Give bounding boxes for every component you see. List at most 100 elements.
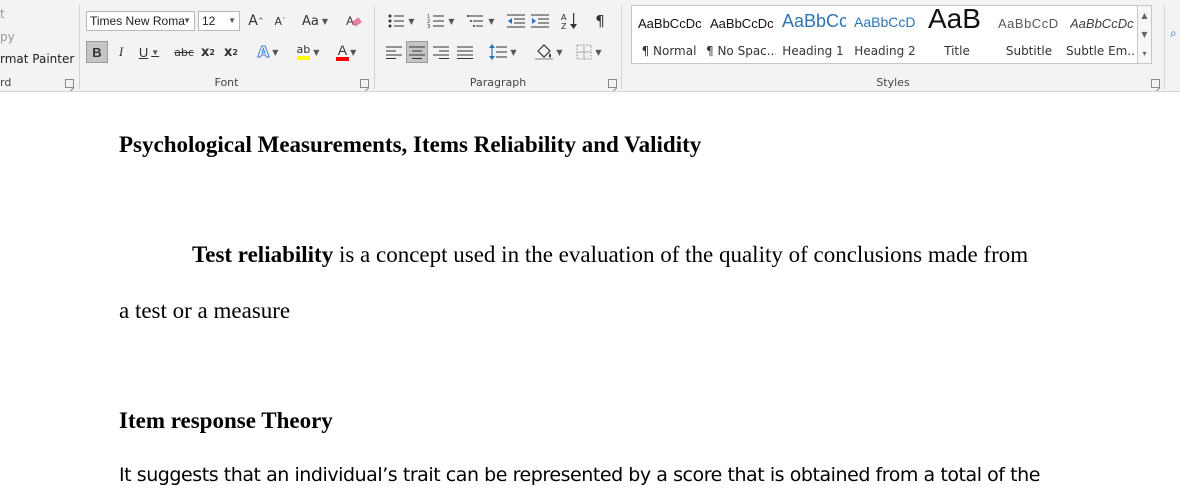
underline-button[interactable]: U ▼	[134, 41, 164, 63]
copy-button[interactable]: py	[0, 30, 15, 44]
font-family-combo[interactable]: Times New Roma ▼	[86, 11, 195, 31]
align-center-button[interactable]	[406, 41, 428, 63]
paragraph-item-response: It suggests that an individual’s trait c…	[119, 464, 1040, 486]
grow-font-button[interactable]: A ^	[246, 10, 266, 32]
text-effects-button[interactable]: A ▼	[252, 41, 284, 63]
show-marks-button[interactable]: ¶	[589, 10, 611, 32]
paragraph-launcher-icon[interactable]	[608, 79, 617, 88]
editing-icon[interactable]: ⌕	[1170, 26, 1177, 41]
bullets-icon	[388, 14, 405, 28]
chevron-down-icon: ▼	[510, 47, 517, 57]
styles-launcher-icon[interactable]	[1151, 79, 1160, 88]
chevron-down-icon: ▼	[488, 16, 495, 26]
superscript-icon: x	[224, 44, 233, 60]
caret-up-icon: ^	[257, 17, 264, 25]
increase-indent-button[interactable]	[529, 10, 551, 32]
increase-indent-icon	[531, 14, 549, 28]
chevron-down-icon: ▼	[151, 47, 160, 57]
decrease-indent-button[interactable]	[505, 10, 527, 32]
paragraph-test-reliability: Test reliability is a concept used in th…	[192, 242, 1028, 268]
highlight-icon: ab	[296, 43, 311, 60]
justify-button[interactable]	[454, 41, 476, 63]
align-center-icon	[409, 46, 425, 59]
paragraph-group-label: Paragraph	[469, 76, 527, 89]
chevron-down-icon: ▼	[350, 47, 357, 57]
clipboard-group: t py rmat Painter rd	[0, 0, 78, 91]
grow-font-icon: A	[248, 13, 258, 29]
bold-icon: B	[92, 44, 102, 60]
shading-icon	[535, 44, 554, 60]
change-case-button[interactable]: Aa ▼	[298, 10, 332, 32]
numbering-icon: 123	[427, 14, 445, 29]
font-color-glyph: A	[337, 42, 348, 58]
subscript-button[interactable]: x2	[198, 41, 218, 63]
underline-icon: U	[138, 44, 149, 60]
superscript-button[interactable]: x2	[221, 41, 241, 63]
chevron-down-icon: ▼	[313, 47, 320, 57]
bullets-button[interactable]: ▼	[383, 10, 419, 32]
paragraph-text: is a concept used in the evaluation of t…	[333, 242, 1029, 267]
section-heading: Item response Theory	[119, 408, 333, 433]
shrink-font-button[interactable]: Aˇ	[270, 10, 290, 32]
chevron-down-icon: ▼	[321, 16, 328, 26]
styles-group: Styles	[622, 0, 1164, 91]
borders-icon	[576, 44, 592, 60]
shading-button[interactable]: ▼	[531, 41, 567, 63]
borders-button[interactable]: ▼	[571, 41, 607, 63]
line-spacing-icon	[489, 44, 508, 60]
font-size-value: 12	[202, 14, 216, 28]
cut-button[interactable]: t	[0, 7, 5, 21]
paragraph-group: ▼ 1 2 3 ▼ ▼ AZ ¶ ▼ ▼ ▼ Paragraph	[375, 0, 621, 91]
pilcrow-icon: ¶	[595, 12, 605, 30]
caret-down-icon: ˇ	[282, 17, 286, 25]
italic-icon: I	[118, 44, 124, 59]
chevron-down-icon: ▼	[183, 16, 191, 25]
multilevel-list-icon	[467, 15, 484, 27]
change-case-icon: Aa	[301, 13, 319, 29]
chevron-down-icon: ▼	[595, 47, 602, 57]
align-right-button[interactable]	[430, 41, 452, 63]
bold-button[interactable]: B	[86, 41, 108, 63]
font-group: Times New Roma ▼ 12 ▼ A ^ Aˇ Aa ▼ A B I U ▼ a…	[80, 0, 373, 91]
font-size-combo[interactable]: 12 ▼	[198, 11, 240, 31]
chevron-down-icon: ▼	[272, 47, 279, 57]
styles-group-label: Styles	[876, 76, 910, 89]
svg-text:Z: Z	[561, 22, 567, 30]
bold-term: Test reliability	[192, 242, 334, 267]
highlight-color-bar	[296, 56, 311, 60]
sort-button[interactable]: AZ	[559, 10, 581, 32]
font-color-bar	[335, 57, 350, 61]
italic-button[interactable]: I	[111, 41, 131, 63]
font-launcher-icon[interactable]	[360, 79, 369, 88]
svg-text:3: 3	[427, 24, 430, 29]
shrink-font-icon: A	[274, 14, 283, 28]
sort-icon: AZ	[561, 13, 577, 30]
align-left-button[interactable]	[383, 41, 405, 63]
chevron-down-icon: ▼	[228, 16, 236, 25]
format-painter-button[interactable]: rmat Painter	[0, 52, 74, 66]
subscript-icon: x	[201, 44, 210, 60]
chevron-down-icon: ▼	[448, 16, 455, 26]
numbering-button[interactable]: 1 2 3 ▼	[423, 10, 459, 32]
chevron-down-icon: ▼	[556, 47, 563, 57]
document-title: Psychological Measurements, Items Reliab…	[119, 132, 702, 157]
multilevel-list-button[interactable]: ▼	[463, 10, 499, 32]
clipboard-launcher-icon[interactable]	[65, 79, 74, 88]
strikethrough-icon: abc	[174, 45, 194, 59]
highlight-button[interactable]: ab ▼	[291, 41, 325, 63]
clear-formatting-button[interactable]: A	[342, 10, 366, 32]
font-color-button[interactable]: A ▼	[330, 41, 364, 63]
justify-icon	[457, 46, 473, 59]
line-spacing-button[interactable]: ▼	[485, 41, 521, 63]
text-effects-icon: A	[257, 43, 270, 62]
document-page: Psychological Measurements, Items Reliab…	[0, 92, 1180, 503]
superscript-mark: 2	[232, 47, 238, 57]
highlight-glyph: ab	[296, 43, 311, 56]
font-group-label: Font	[214, 76, 239, 89]
svg-text:A: A	[561, 13, 567, 22]
font-family-value: Times New Roma	[90, 14, 185, 28]
divider	[1164, 5, 1165, 89]
clear-formatting-icon: A	[346, 14, 362, 28]
subscript-mark: 2	[209, 47, 215, 57]
strikethrough-button[interactable]: abc	[172, 41, 196, 63]
